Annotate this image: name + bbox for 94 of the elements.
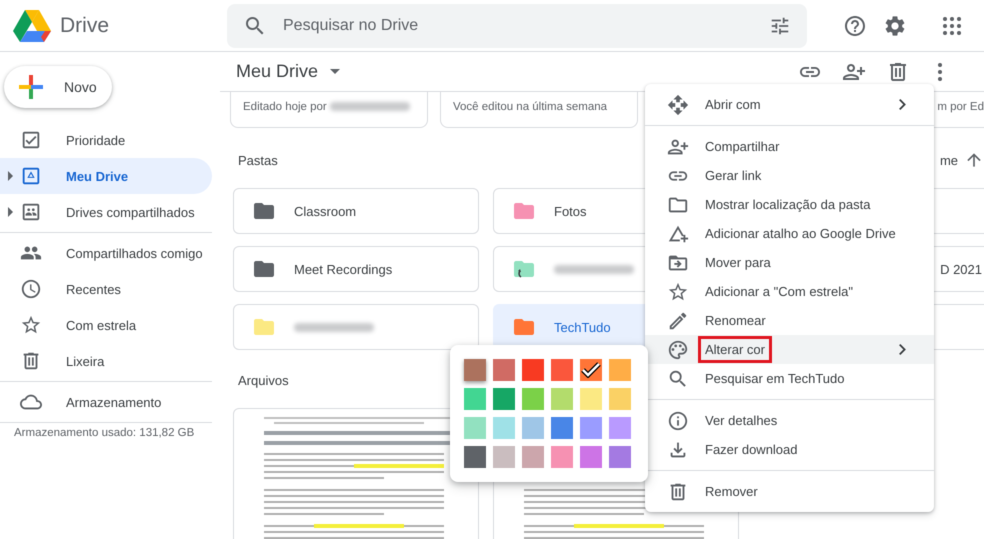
new-button[interactable]: Novo: [4, 66, 112, 108]
color-swatch[interactable]: [551, 446, 573, 468]
folder-card[interactable]: Meet Recordings: [233, 246, 479, 292]
menu-label: Pesquisar em TechTudo: [704, 370, 846, 388]
sidebar-item[interactable]: Lixeira: [0, 343, 212, 379]
folder-name: Meet Recordings: [294, 262, 392, 276]
color-swatch[interactable]: [493, 388, 515, 410]
star-icon: [667, 280, 689, 302]
color-swatch[interactable]: [580, 417, 602, 439]
menu-item[interactable]: Abrir com: [645, 90, 934, 119]
color-swatch[interactable]: [580, 388, 602, 410]
color-swatch[interactable]: [609, 359, 631, 381]
color-swatch[interactable]: [580, 359, 602, 381]
expand-arrow-icon[interactable]: [8, 207, 12, 217]
color-swatch[interactable]: [464, 417, 486, 439]
color-swatch[interactable]: [609, 417, 631, 439]
checkbox-icon: [20, 129, 42, 151]
color-swatch[interactable]: [464, 388, 486, 410]
color-swatch[interactable]: [609, 446, 631, 468]
info-icon: [667, 410, 689, 432]
plus-icon: [18, 74, 44, 100]
sidebar-item[interactable]: Com estrela: [0, 307, 212, 343]
folder-name: TechTudo: [554, 320, 611, 334]
drive-icon: [20, 165, 42, 187]
menu-label: Mover para: [704, 254, 772, 272]
menu-item[interactable]: Alterar cor: [645, 335, 934, 364]
sidebar-item[interactable]: Drives compartilhados: [0, 194, 212, 230]
sidebar-item[interactable]: Compartilhados comigo: [0, 235, 212, 271]
menu-item[interactable]: Adicionar a "Com estrela": [645, 277, 934, 306]
sidebar-item[interactable]: Recentes: [0, 271, 212, 307]
app-name: Drive: [60, 14, 110, 38]
color-swatch[interactable]: [551, 359, 573, 381]
palette-icon: [667, 338, 689, 360]
color-swatch[interactable]: [493, 417, 515, 439]
suggested-card[interactable]: Você editou na última semana: [440, 92, 638, 128]
menu-item[interactable]: Compartilhar: [645, 132, 934, 161]
menu-label: Abrir com: [704, 96, 762, 114]
menu-label: Ver detalhes: [704, 412, 778, 430]
menu-item[interactable]: Remover: [645, 477, 934, 506]
clock-icon: [20, 278, 42, 300]
chevron-right-icon: [899, 344, 906, 355]
edit-info: m por Ed: [937, 100, 984, 112]
edit-info: Você editou na última semana: [453, 100, 608, 112]
caret-icon: [330, 69, 340, 74]
folder-name: Fotos: [554, 204, 587, 218]
section-heading: Arquivos: [238, 372, 289, 388]
color-swatch[interactable]: [464, 359, 486, 381]
checkmark-icon: [581, 362, 601, 378]
color-swatch[interactable]: [551, 388, 573, 410]
menu-item[interactable]: Pesquisar em TechTudo: [645, 364, 934, 393]
menu-label: Gerar link: [704, 167, 762, 185]
move-arrows-icon: [667, 94, 689, 116]
sidebar-item[interactable]: Meu Drive: [0, 158, 212, 194]
sort-label[interactable]: me: [940, 152, 958, 168]
color-swatch[interactable]: [493, 359, 515, 381]
color-swatch[interactable]: [522, 446, 544, 468]
help-icon[interactable]: [843, 14, 867, 38]
color-swatch[interactable]: [522, 417, 544, 439]
folder-card[interactable]: Classroom: [233, 188, 479, 234]
color-swatch[interactable]: [522, 359, 544, 381]
highlighted-label: Alterar cor: [698, 336, 772, 363]
menu-label: Fazer download: [704, 441, 798, 459]
menu-item[interactable]: Gerar link: [645, 161, 934, 190]
search-field[interactable]: Pesquisar no Drive: [281, 16, 755, 36]
settings-icon[interactable]: [883, 14, 907, 38]
color-swatch[interactable]: [609, 388, 631, 410]
menu-label: Compartilhar: [704, 138, 780, 156]
edit-info: Editado hoje por: [243, 100, 327, 112]
menu-item[interactable]: Mover para: [645, 248, 934, 277]
star-icon: [20, 314, 42, 336]
search-bar[interactable]: Pesquisar no Drive: [227, 4, 807, 48]
pencil-icon: [667, 310, 689, 332]
folder-title-dropdown[interactable]: Meu Drive: [236, 61, 340, 82]
section-heading: Pastas: [238, 152, 278, 168]
folder-name: D 2021: [940, 262, 982, 276]
color-swatch[interactable]: [551, 417, 573, 439]
suggested-card[interactable]: Editado hoje por: [230, 92, 428, 128]
document-thumbnail[interactable]: [233, 408, 479, 539]
chevron-right-icon: [899, 99, 906, 110]
color-swatch[interactable]: [493, 446, 515, 468]
menu-item[interactable]: Fazer download: [645, 435, 934, 464]
color-swatch[interactable]: [464, 446, 486, 468]
menu-label: Remover: [704, 483, 759, 501]
sidebar-item[interactable]: Prioridade: [0, 122, 212, 158]
color-swatch[interactable]: [522, 388, 544, 410]
folder-name: Classroom: [294, 204, 356, 218]
expand-arrow-icon[interactable]: [8, 171, 12, 181]
storage-usage: Armazenamento usado: 131,82 GB: [13, 426, 196, 439]
menu-label: Adicionar a "Com estrela": [704, 283, 854, 301]
drive-logo-icon: [12, 8, 52, 42]
menu-item[interactable]: Ver detalhes: [645, 406, 934, 435]
shared-drive-icon: [20, 201, 42, 223]
color-swatch[interactable]: [580, 446, 602, 468]
sidebar-item[interactable]: Armazenamento: [0, 384, 212, 420]
